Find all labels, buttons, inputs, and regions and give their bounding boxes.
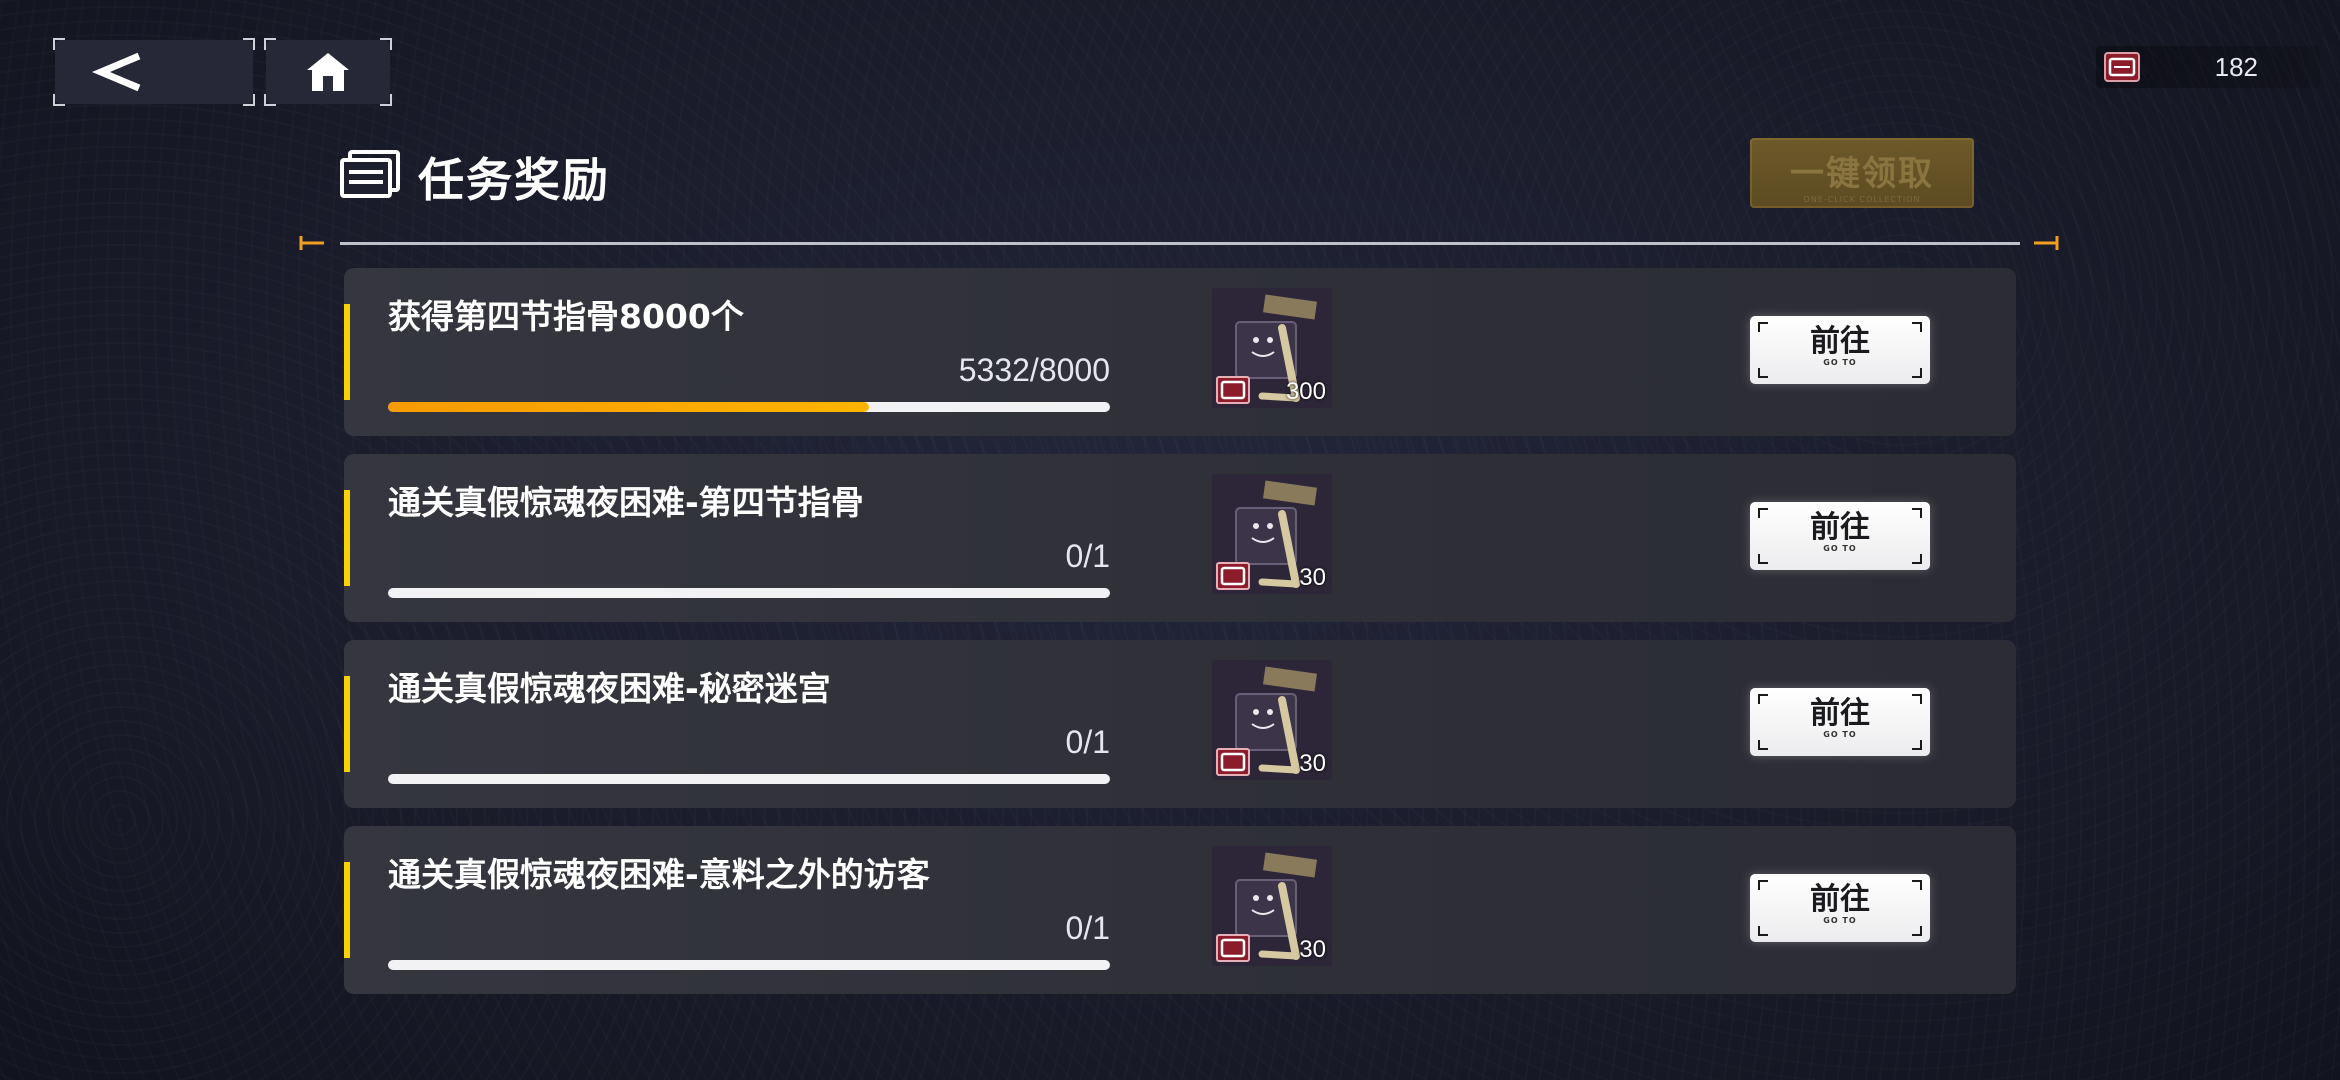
task-accent-bar [344,676,350,772]
ticket-icon [1216,562,1250,590]
task-title: 通关真假惊魂夜困难-秘密迷宫 [388,669,831,708]
task-card: 获得第四节指骨8000个 5332/8000 300 前往 GO TO [344,268,2016,436]
task-progress-text: 0/1 [1065,538,1110,574]
go-to-label: 前往 [1810,696,1870,731]
go-to-label: 前往 [1810,324,1870,359]
divider-right-cap [2034,236,2059,250]
task-progress-bar [388,774,1110,784]
go-to-sublabel: GO TO [1823,730,1857,739]
task-progress-bar [388,402,1110,412]
go-to-sublabel: GO TO [1823,916,1857,925]
task-card: 通关真假惊魂夜困难-意料之外的访客 0/1 30 前往 GO TO [344,826,2016,994]
task-card: 通关真假惊魂夜困难-秘密迷宫 0/1 30 前往 GO TO [344,640,2016,808]
currency-count: 182 [2214,52,2258,82]
go-to-sublabel: GO TO [1823,358,1857,367]
ticket-icon [2104,52,2140,82]
go-to-button[interactable]: 前往 GO TO [1750,874,1930,942]
ticket-icon [1216,934,1250,962]
header-divider [340,242,2020,245]
reward-count: 30 [1299,936,1326,963]
go-to-label: 前往 [1810,882,1870,917]
task-progress-text: 0/1 [1065,724,1110,760]
reward-item[interactable]: 30 [1212,474,1332,594]
task-reward-screen: 182 任务奖励 一键领取 ONE-CLICK COLLECTION 获得第四节… [0,0,2340,1080]
go-to-button[interactable]: 前往 GO TO [1750,502,1930,570]
reward-item[interactable]: 30 [1212,846,1332,966]
go-to-label: 前往 [1810,510,1870,545]
task-accent-bar [344,490,350,586]
task-accent-bar [344,304,350,400]
divider-left-cap [299,236,324,250]
task-title: 获得第四节指骨8000个 [388,297,744,336]
task-accent-bar [344,862,350,958]
go-to-sublabel: GO TO [1823,544,1857,553]
claim-all-sublabel: ONE-CLICK COLLECTION [1803,195,1921,204]
ticket-icon [1216,376,1250,404]
reward-count: 30 [1299,750,1326,777]
back-arrow-icon [91,52,141,92]
task-progress-fill [388,402,870,412]
task-title: 通关真假惊魂夜困难-第四节指骨 [388,483,864,522]
task-progress-text: 0/1 [1065,910,1110,946]
claim-all-button[interactable]: 一键领取 ONE-CLICK COLLECTION [1750,138,1974,208]
reward-item[interactable]: 300 [1212,288,1332,408]
home-button[interactable] [264,38,392,106]
reward-item[interactable]: 30 [1212,660,1332,780]
reward-count: 300 [1285,378,1326,405]
go-to-button[interactable]: 前往 GO TO [1750,688,1930,756]
currency-display: 182 [2096,46,2320,88]
task-card: 通关真假惊魂夜困难-第四节指骨 0/1 30 前往 GO TO [344,454,2016,622]
back-button[interactable] [53,38,255,106]
task-title: 通关真假惊魂夜困难-意料之外的访客 [388,855,930,894]
task-progress-bar [388,960,1110,970]
claim-all-label: 一键领取 [1790,154,1934,194]
task-progress-bar [388,588,1110,598]
task-progress-text: 5332/8000 [958,352,1110,388]
page-title: 任务奖励 [418,153,610,207]
task-list-icon [340,150,400,198]
go-to-button[interactable]: 前往 GO TO [1750,316,1930,384]
ticket-icon [1216,748,1250,776]
reward-count: 30 [1299,564,1326,591]
home-icon [307,53,349,91]
